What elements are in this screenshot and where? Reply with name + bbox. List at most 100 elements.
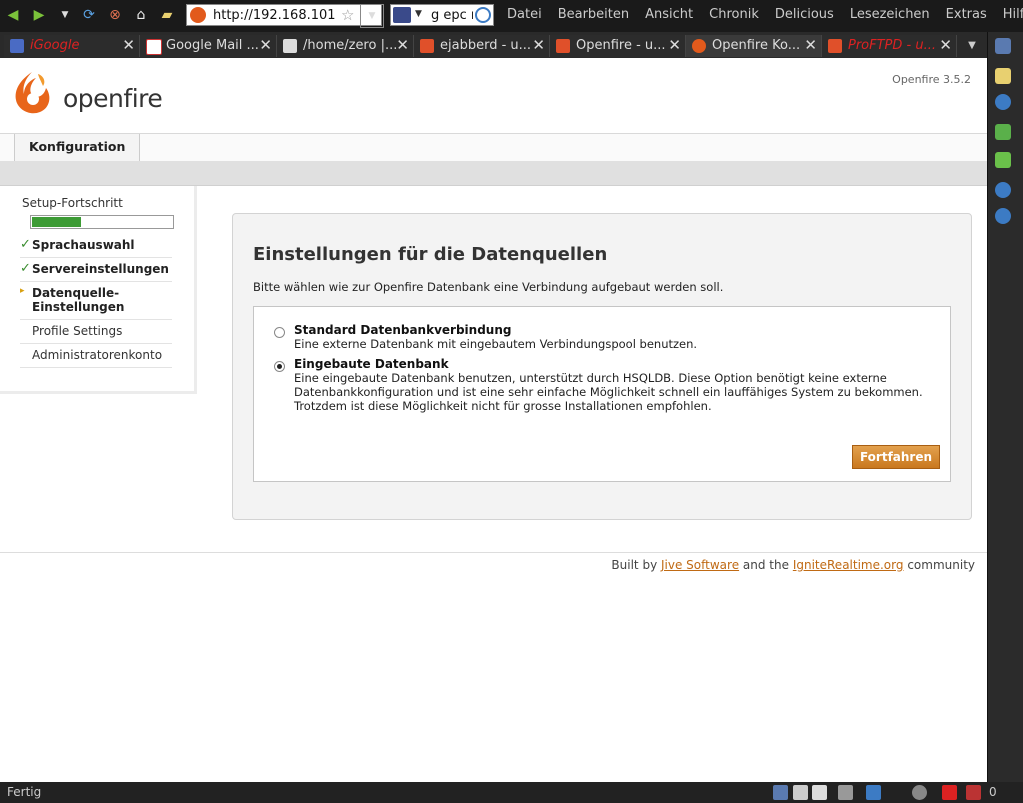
logo-text: openfire bbox=[63, 84, 163, 113]
info-icon[interactable] bbox=[995, 208, 1011, 224]
tab-konfiguration[interactable]: Konfiguration bbox=[14, 134, 141, 161]
search-box[interactable]: ▼ g epc r bbox=[390, 4, 494, 26]
s-addon-icon[interactable] bbox=[942, 785, 957, 800]
history-dropdown-icon[interactable]: ▼ bbox=[56, 6, 74, 24]
main-nav: Konfiguration bbox=[0, 133, 987, 162]
page-viewport: openfire Openfire 3.5.2 Konfiguration Se… bbox=[0, 58, 987, 782]
option-title[interactable]: Eingebaute Datenbank bbox=[294, 357, 449, 371]
url-text: http://192.168.101 bbox=[213, 8, 336, 23]
option-title[interactable]: Standard Datenbankverbindung bbox=[294, 323, 511, 337]
window-icon[interactable] bbox=[773, 785, 788, 800]
bookmark-folder-icon[interactable]: ▰ bbox=[158, 6, 176, 24]
progress-fill bbox=[32, 217, 81, 227]
bookmark-star-icon[interactable]: ☆ bbox=[341, 6, 354, 24]
jive-software-link[interactable]: Jive Software bbox=[661, 558, 739, 572]
menu-extras[interactable]: Extras bbox=[946, 7, 987, 22]
browser-toolbar: ◀ ▶ ▼ ⟳ ⊗ ⌂ ▰ http://192.168.101 ☆ ▼ ▼ g… bbox=[0, 0, 1023, 32]
footer: Built by Jive Software and the IgniteRea… bbox=[611, 558, 975, 572]
tab-openfire-konfiguration[interactable]: Openfire Ko... ✕ bbox=[686, 35, 822, 57]
menu-bearbeiten[interactable]: Bearbeiten bbox=[558, 7, 629, 22]
tab-label: Openfire Ko... bbox=[712, 38, 801, 53]
mail-icon[interactable] bbox=[812, 785, 827, 800]
close-tab-icon[interactable]: ✕ bbox=[804, 36, 817, 54]
menu-lesezeichen[interactable]: Lesezeichen bbox=[850, 7, 930, 22]
tab-gmail[interactable]: Google Mail ... ✕ bbox=[140, 35, 277, 57]
stop-icon[interactable]: ⊗ bbox=[106, 6, 124, 24]
gmail-favicon-icon bbox=[146, 39, 162, 55]
tab-ejabberd[interactable]: ejabberd - u... ✕ bbox=[414, 35, 550, 57]
setup-progress-title: Setup-Fortschritt bbox=[22, 196, 123, 210]
option-description-line: Eine eingebaute Datenbank benutzen, unte… bbox=[294, 371, 887, 385]
footer-divider bbox=[0, 552, 987, 553]
openfire-logo-icon bbox=[15, 72, 50, 114]
setup-step-administratorenkonto[interactable]: Administratorenkonto bbox=[20, 344, 172, 368]
pen-icon[interactable] bbox=[838, 785, 853, 800]
tab-openfire-u[interactable]: Openfire - u... ✕ bbox=[550, 35, 686, 57]
tab-list-dropdown-icon[interactable]: ▼ bbox=[963, 36, 981, 54]
igniterealtime-link[interactable]: IgniteRealtime.org bbox=[793, 558, 904, 572]
step-label: Administratorenkonto bbox=[32, 348, 163, 362]
snowflake-icon[interactable] bbox=[793, 785, 808, 800]
continue-button[interactable]: Fortfahren bbox=[852, 445, 940, 469]
version-label: Openfire 3.5.2 bbox=[892, 73, 971, 86]
gmail-count: 0 bbox=[989, 785, 997, 799]
url-dropdown-icon[interactable]: ▼ bbox=[360, 4, 384, 28]
tab-label: /home/zero |... bbox=[303, 38, 398, 53]
sub-nav-bar bbox=[0, 161, 987, 186]
step-label: Profile Settings bbox=[32, 324, 123, 338]
search-icon[interactable] bbox=[475, 7, 491, 23]
sidebar-panel-icon[interactable] bbox=[995, 38, 1011, 54]
step-label: Servereinstellungen bbox=[32, 262, 169, 276]
menu-bar: Datei Bearbeiten Ansicht Chronik Delicio… bbox=[507, 7, 1023, 22]
reload-icon[interactable]: ⟳ bbox=[80, 6, 98, 24]
option-description-line: Trotzdem ist diese Möglichkeit nicht für… bbox=[294, 399, 712, 413]
radio-embedded-db[interactable] bbox=[274, 361, 285, 372]
setup-progress-bar bbox=[30, 215, 174, 229]
forward-icon[interactable]: ▶ bbox=[30, 6, 48, 24]
proftpd-favicon-icon bbox=[828, 39, 842, 53]
option-description: Eine eingebaute Datenbank benutzen, unte… bbox=[294, 371, 934, 413]
setup-step-sprachauswahl[interactable]: ✓ Sprachauswahl bbox=[20, 234, 172, 258]
setup-step-servereinstellungen[interactable]: ✓ Servereinstellungen bbox=[20, 258, 172, 282]
bookmarks-icon[interactable] bbox=[995, 68, 1011, 84]
option-description: Eine externe Datenbank mit eingebautem V… bbox=[294, 337, 698, 351]
footer-suffix: community bbox=[907, 558, 975, 572]
search-input[interactable]: g epc r bbox=[431, 8, 473, 23]
step-label: Sprachauswahl bbox=[32, 238, 135, 252]
radio-standard-db[interactable] bbox=[274, 327, 285, 338]
home-icon[interactable]: ⌂ bbox=[132, 6, 150, 24]
setup-sidebar: Setup-Fortschritt ✓ Sprachauswahl ✓ Serv… bbox=[0, 186, 197, 394]
close-tab-icon[interactable]: ✕ bbox=[532, 36, 545, 54]
gmail-notifier-icon[interactable] bbox=[966, 785, 981, 800]
url-bar[interactable]: http://192.168.101 ☆ bbox=[186, 4, 382, 26]
close-tab-icon[interactable]: ✕ bbox=[396, 36, 409, 54]
close-tab-icon[interactable]: ✕ bbox=[939, 36, 952, 54]
tab-proftpd[interactable]: ProFTPD - u... ✕ bbox=[822, 35, 957, 57]
tab-igoogle[interactable]: iGoogle ✕ bbox=[4, 35, 140, 57]
search-engine-icon[interactable] bbox=[393, 7, 411, 23]
footer-middle: and the bbox=[742, 558, 789, 572]
addon-icon[interactable] bbox=[866, 785, 881, 800]
monkey-icon[interactable] bbox=[912, 785, 927, 800]
menu-delicious[interactable]: Delicious bbox=[775, 7, 834, 22]
menu-hilfe[interactable]: Hilfe bbox=[1003, 7, 1023, 22]
search-engine-dropdown-icon[interactable]: ▼ bbox=[415, 9, 422, 19]
downloads-icon[interactable] bbox=[995, 124, 1011, 140]
globe-icon[interactable] bbox=[995, 182, 1011, 198]
menu-datei[interactable]: Datei bbox=[507, 7, 542, 22]
history-clock-icon[interactable] bbox=[995, 94, 1011, 110]
close-tab-icon[interactable]: ✕ bbox=[668, 36, 681, 54]
setup-step-datenquelle[interactable]: ▸ Datenquelle-Einstellungen bbox=[20, 282, 172, 320]
tab-home-zero[interactable]: /home/zero |... ✕ bbox=[277, 35, 414, 57]
setup-step-profile-settings[interactable]: Profile Settings bbox=[20, 320, 172, 344]
check-icon: ✓ bbox=[20, 261, 31, 276]
site-favicon-icon bbox=[190, 7, 206, 23]
menu-ansicht[interactable]: Ansicht bbox=[645, 7, 693, 22]
addons-puzzle-icon[interactable] bbox=[995, 152, 1011, 168]
menu-chronik[interactable]: Chronik bbox=[709, 7, 759, 22]
database-options: Standard Datenbankverbindung Eine extern… bbox=[253, 306, 951, 482]
close-tab-icon[interactable]: ✕ bbox=[259, 36, 272, 54]
close-tab-icon[interactable]: ✕ bbox=[122, 36, 135, 54]
tab-label: iGoogle bbox=[30, 38, 80, 53]
back-icon[interactable]: ◀ bbox=[4, 6, 22, 24]
